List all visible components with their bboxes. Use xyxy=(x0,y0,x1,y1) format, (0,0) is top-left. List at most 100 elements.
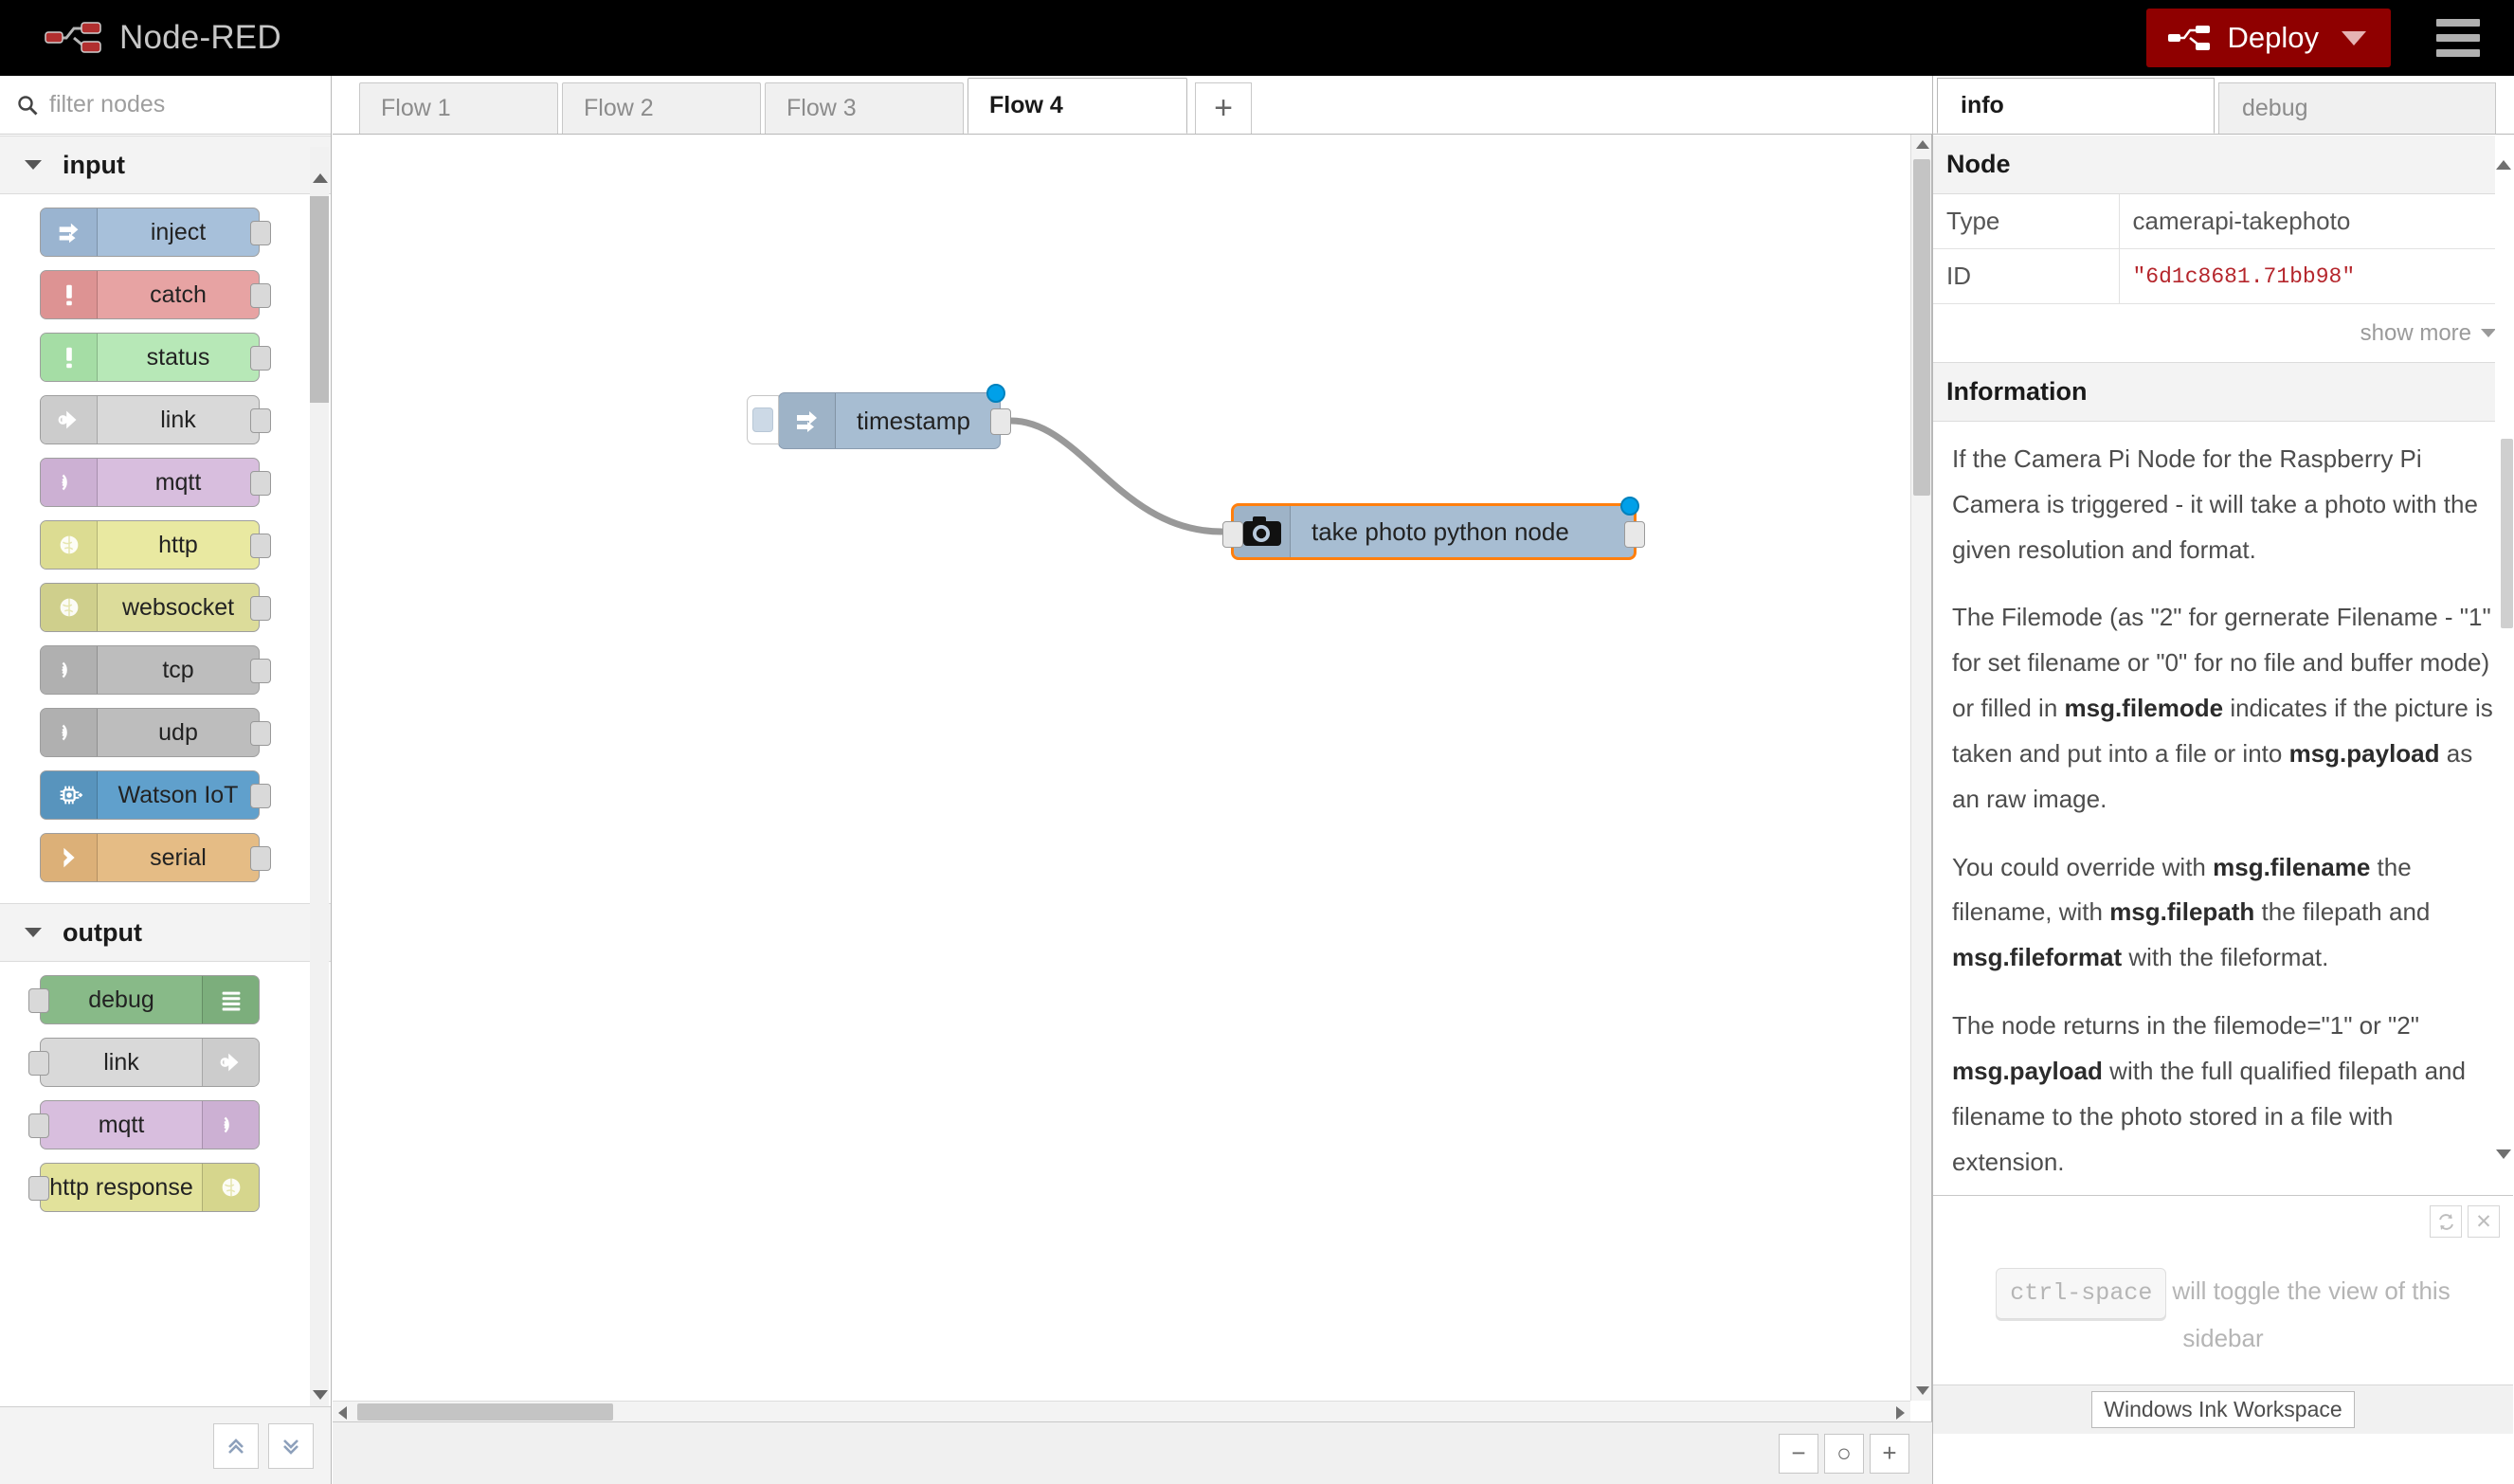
palette-category-body-output: debug link mqtt http response xyxy=(0,962,331,1233)
zoom-in-button[interactable]: + xyxy=(1870,1433,1909,1474)
canvas-vscroll-thumb[interactable] xyxy=(1913,159,1930,496)
flow-node-timestamp[interactable]: timestamp xyxy=(747,384,1011,449)
sidebar-tab-debug[interactable]: debug xyxy=(2218,82,2496,134)
node-property-row: Type camerapi-takephoto xyxy=(1933,194,2513,249)
palette-node-udp[interactable]: udp xyxy=(40,708,271,757)
palette-node-websocket[interactable]: websocket xyxy=(40,583,271,632)
palette-node-label: tcp xyxy=(162,656,194,683)
palette-node-port xyxy=(28,1113,49,1138)
flow-tabbar: Flow 1 Flow 2 Flow 3 Flow 4 + xyxy=(333,76,1932,135)
node-palette: input inject catch status link mqtt http websoc… xyxy=(0,76,332,1484)
palette-category-body-input: inject catch status link mqtt http websocket tc… xyxy=(0,194,331,903)
palette-node-http-response[interactable]: http response xyxy=(28,1163,260,1212)
collapse-all-button[interactable] xyxy=(213,1422,259,1469)
chevron-down-icon xyxy=(25,160,42,170)
sidebar-scrollbar[interactable] xyxy=(2495,136,2514,1194)
inject-arrow-icon xyxy=(41,208,98,256)
palette-node-port xyxy=(250,283,271,308)
link-out-icon xyxy=(202,1039,259,1086)
taskbar-item-windows-ink-workspace[interactable]: Windows Ink Workspace xyxy=(2091,1391,2355,1428)
information-paragraph: If the Camera Pi Node for the Raspberry … xyxy=(1952,444,2478,564)
signal-wave-icon xyxy=(41,646,98,694)
scroll-down-icon[interactable] xyxy=(2496,1149,2511,1159)
scroll-right-icon[interactable] xyxy=(1896,1406,1905,1420)
hamburger-menu-icon[interactable] xyxy=(2436,19,2480,57)
palette-node-port xyxy=(250,346,271,371)
palette-node-port xyxy=(250,596,271,621)
palette-node-label: status xyxy=(146,343,210,371)
add-flow-tab-button[interactable]: + xyxy=(1195,82,1252,134)
scroll-left-icon[interactable] xyxy=(338,1406,347,1420)
flow-node-output-port[interactable] xyxy=(1624,521,1645,548)
node-red-logo-icon xyxy=(44,19,102,57)
canvas-hscroll-thumb[interactable] xyxy=(357,1403,613,1421)
flow-node-input-port[interactable] xyxy=(1222,521,1243,548)
flow-tab-flow-3[interactable]: Flow 3 xyxy=(765,82,964,134)
palette-node-Watson-IoT[interactable]: Watson IoT xyxy=(40,770,271,820)
chevron-down-icon[interactable] xyxy=(2342,30,2366,45)
expand-all-button[interactable] xyxy=(268,1422,314,1469)
zoom-reset-button[interactable]: ○ xyxy=(1824,1433,1864,1474)
signal-wave-icon xyxy=(41,709,98,756)
close-icon[interactable]: ✕ xyxy=(2468,1205,2500,1238)
palette-category-output[interactable]: output xyxy=(0,903,331,962)
palette-node-label: mqtt xyxy=(98,1111,145,1138)
globe-icon xyxy=(41,521,98,569)
flow-tab-flow-1[interactable]: Flow 1 xyxy=(359,82,558,134)
palette-node-port xyxy=(250,721,271,746)
palette-node-serial[interactable]: serial xyxy=(40,833,271,882)
flow-wires xyxy=(1007,417,1225,535)
palette-node-tcp[interactable]: tcp xyxy=(40,645,271,695)
canvas-horizontal-scrollbar[interactable] xyxy=(333,1401,1910,1421)
palette-node-label: mqtt xyxy=(154,468,202,496)
node-changed-indicator xyxy=(1620,497,1639,516)
scroll-down-icon[interactable] xyxy=(313,1390,328,1400)
palette-node-link[interactable]: link xyxy=(40,395,271,444)
scroll-up-icon[interactable] xyxy=(2496,160,2511,170)
flow-workspace: timestamp take photo python node xyxy=(333,135,1932,1421)
hamburger-line xyxy=(2436,19,2480,27)
palette-search-row xyxy=(0,76,331,135)
palette-node-mqtt[interactable]: mqtt xyxy=(40,458,271,507)
hamburger-line xyxy=(2436,49,2480,57)
refresh-icon[interactable] xyxy=(2430,1205,2462,1238)
show-more-button[interactable]: show more xyxy=(1933,304,2513,363)
palette-node-debug[interactable]: debug xyxy=(28,975,260,1024)
flow-node-output-port[interactable] xyxy=(990,408,1011,435)
right-sidebar: info debug Node Type camerapi-takephoto ID "… xyxy=(1932,76,2514,1484)
flow-tab-flow-2[interactable]: Flow 2 xyxy=(562,82,761,134)
palette-node-inject[interactable]: inject xyxy=(40,208,271,257)
flow-node-label: take photo python node xyxy=(1311,516,1569,546)
information-paragraph: The node returns in the filemode="1" or … xyxy=(1952,1011,2466,1176)
palette-node-catch[interactable]: catch xyxy=(40,270,271,319)
scroll-up-icon[interactable] xyxy=(313,173,328,183)
scroll-up-icon[interactable] xyxy=(1916,140,1929,149)
palette-category-input[interactable]: input xyxy=(0,136,331,194)
app-title: Node-RED xyxy=(119,19,281,56)
canvas-vertical-scrollbar[interactable] xyxy=(1910,135,1931,1401)
palette-category-label: output xyxy=(63,917,142,947)
serial-arrow-icon xyxy=(41,834,98,881)
flow-canvas[interactable]: timestamp take photo python node xyxy=(333,135,1910,1401)
deploy-button[interactable]: Deploy xyxy=(2145,9,2391,67)
zoom-out-button[interactable]: − xyxy=(1779,1433,1818,1474)
chip-icon xyxy=(41,771,98,819)
inject-trigger-button[interactable] xyxy=(747,395,779,444)
sidebar-scrollbar-thumb[interactable] xyxy=(2501,439,2513,628)
wire-timestamp-to-takephoto[interactable] xyxy=(1007,417,1225,535)
information-paragraph: The Filemode (as "2" for gernerate Filen… xyxy=(1952,603,2493,813)
palette-scroll-area[interactable]: input inject catch status link mqtt http websoc… xyxy=(0,136,331,1406)
palette-scrollbar[interactable] xyxy=(310,147,329,1406)
information-paragraph: You could override with msg.filename the… xyxy=(1952,852,2431,972)
sidebar-tab-info[interactable]: info xyxy=(1937,78,2215,134)
scroll-down-icon[interactable] xyxy=(1916,1386,1929,1395)
search-input[interactable] xyxy=(49,91,286,118)
palette-node-status[interactable]: status xyxy=(40,333,271,382)
palette-node-link[interactable]: link xyxy=(28,1038,260,1087)
flow-tab-flow-4[interactable]: Flow 4 xyxy=(968,78,1187,134)
flow-node-take-photo-python-node[interactable]: take photo python node xyxy=(1222,497,1645,560)
palette-node-mqtt[interactable]: mqtt xyxy=(28,1100,260,1149)
signal-wave-icon xyxy=(41,459,98,506)
palette-node-http[interactable]: http xyxy=(40,520,271,570)
palette-scrollbar-thumb[interactable] xyxy=(310,196,329,403)
